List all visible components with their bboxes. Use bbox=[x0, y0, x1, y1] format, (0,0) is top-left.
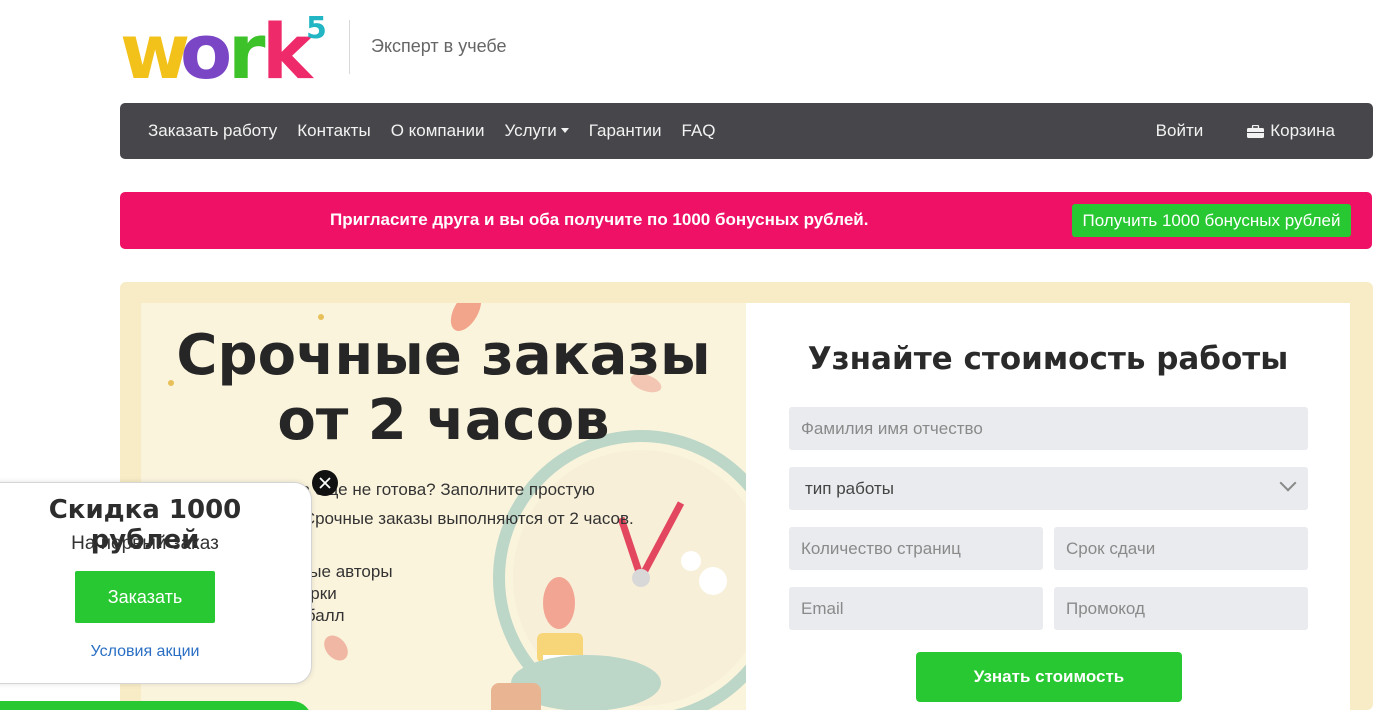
nav-order-work[interactable]: Заказать работу bbox=[148, 121, 287, 141]
close-x-glyph bbox=[319, 477, 331, 489]
chat-widget-tab[interactable] bbox=[0, 701, 312, 710]
price-form: Узнайте стоимость работы Фамилия имя отч… bbox=[746, 303, 1350, 710]
nav-guarantees[interactable]: Гарантии bbox=[579, 121, 672, 141]
main-navbar: Заказать работу Контакты О компании Услу… bbox=[120, 103, 1373, 159]
referral-banner: Пригласите друга и вы оба получите по 10… bbox=[120, 192, 1372, 249]
nav-services-label: Услуги bbox=[504, 121, 557, 140]
work-type-value: тип работы bbox=[805, 478, 894, 498]
hero-title: Срочные заказы от 2 часов bbox=[141, 323, 746, 453]
hero-title-line2: от 2 часов bbox=[277, 388, 610, 453]
nav-links: Заказать работу Контакты О компании Услу… bbox=[148, 121, 726, 141]
hero-title-line1: Срочные заказы bbox=[176, 323, 711, 388]
referral-text: Пригласите друга и вы оба получите по 10… bbox=[330, 210, 869, 229]
nav-actions: Войти Корзина bbox=[1156, 121, 1345, 141]
nav-contacts[interactable]: Контакты bbox=[287, 121, 380, 141]
work5-logo[interactable]: w o r k 5 bbox=[120, 8, 335, 90]
get-bonus-button[interactable]: Получить 1000 бонусных рублей bbox=[1072, 204, 1351, 237]
pages-field[interactable]: Количество страниц bbox=[789, 527, 1043, 570]
svg-text:r: r bbox=[228, 8, 266, 90]
nav-services-dropdown[interactable]: Услуги bbox=[494, 121, 578, 141]
nav-about[interactable]: О компании bbox=[381, 121, 495, 141]
login-link[interactable]: Войти bbox=[1156, 121, 1214, 141]
tagline: Эксперт в учебе bbox=[371, 36, 507, 56]
caret-down-icon bbox=[560, 128, 569, 133]
get-price-button[interactable]: Узнать стоимость bbox=[916, 652, 1182, 702]
deadline-field[interactable]: Срок сдачи bbox=[1054, 527, 1308, 570]
cart-link[interactable]: Корзина bbox=[1237, 121, 1345, 141]
cart-label: Корзина bbox=[1270, 121, 1335, 140]
discount-popup: Скидка 1000 рублей На первый заказ Заказ… bbox=[0, 482, 312, 684]
logo-divider bbox=[349, 20, 350, 74]
nav-faq[interactable]: FAQ bbox=[672, 121, 726, 141]
email-field[interactable]: Email bbox=[789, 587, 1043, 630]
svg-text:o: o bbox=[180, 8, 232, 90]
work-type-select[interactable]: тип работы bbox=[789, 467, 1308, 510]
briefcase-icon bbox=[1247, 124, 1265, 138]
form-title: Узнайте стоимость работы bbox=[807, 341, 1289, 377]
popup-subtitle: На первый заказ bbox=[71, 533, 219, 554]
close-icon[interactable] bbox=[312, 470, 338, 496]
promo-code-field[interactable]: Промокод bbox=[1054, 587, 1308, 630]
fullname-field[interactable]: Фамилия имя отчество bbox=[789, 407, 1308, 450]
chevron-down-icon bbox=[1279, 474, 1297, 492]
svg-text:5: 5 bbox=[306, 11, 327, 46]
popup-order-button[interactable]: Заказать bbox=[75, 571, 215, 623]
promo-terms-link[interactable]: Условия акции bbox=[0, 643, 293, 661]
